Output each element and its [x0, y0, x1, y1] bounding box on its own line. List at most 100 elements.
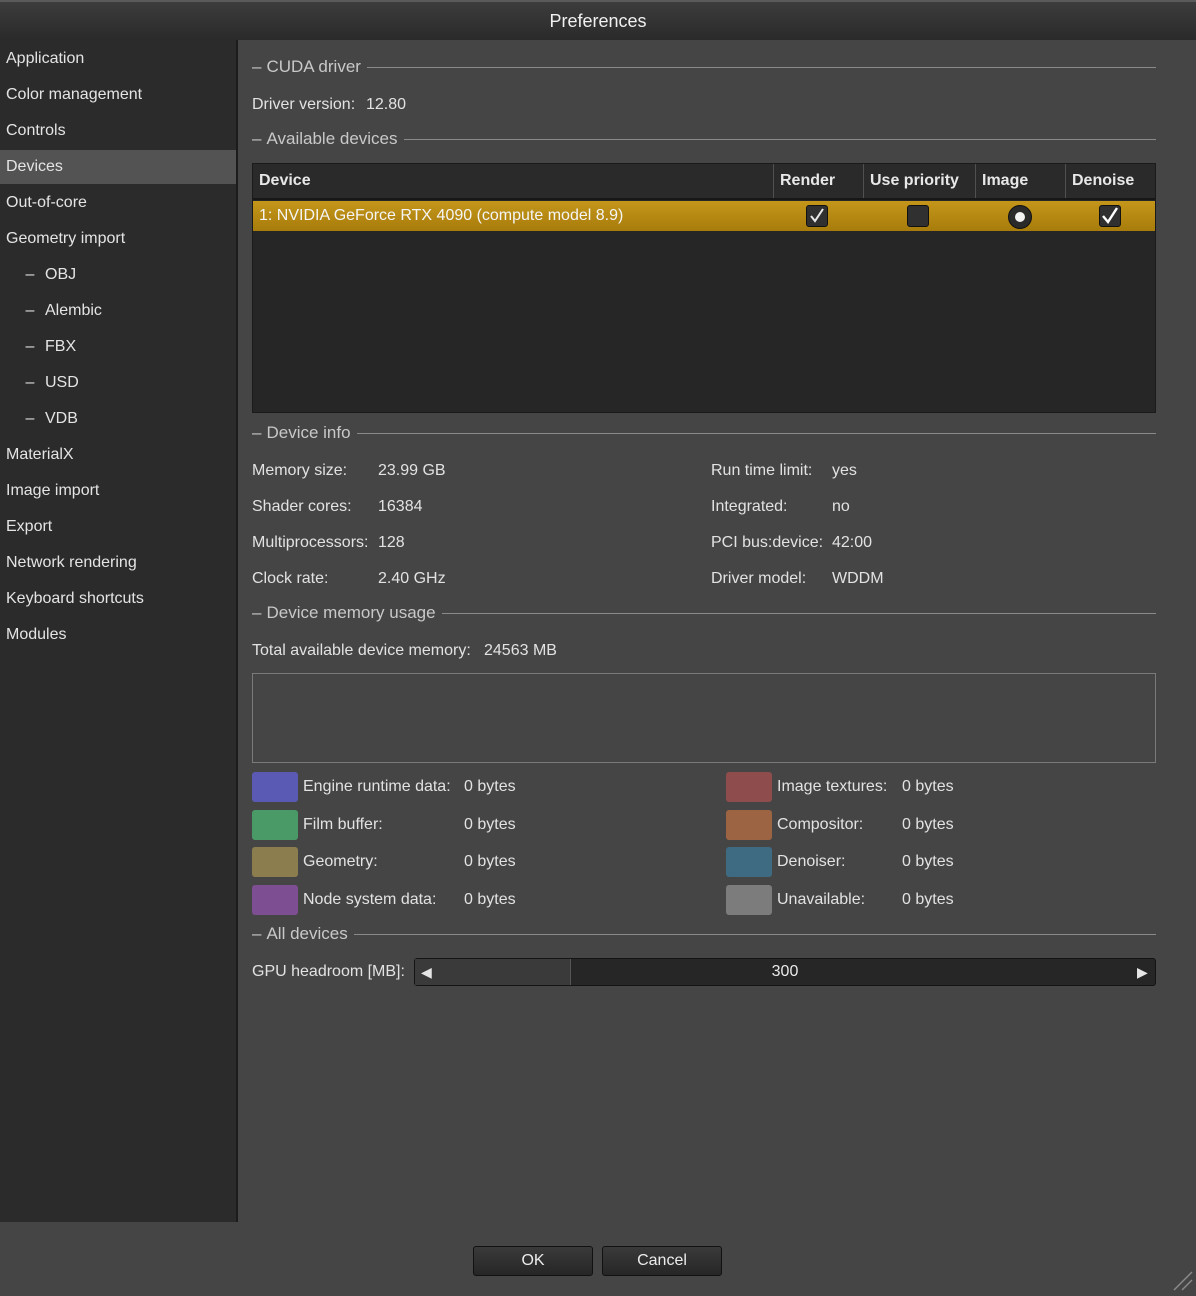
all-devices-header: – All devices: [252, 923, 1156, 945]
tree-dash-icon: –: [25, 266, 35, 283]
driver-model-value: WDDM: [832, 570, 884, 587]
run-time-limit-label: Run time limit:: [711, 462, 813, 479]
sidebar-item-label: Controls: [6, 122, 66, 139]
sidebar-item-network-rendering[interactable]: Network rendering: [0, 546, 236, 580]
sidebar-item-label: Modules: [6, 626, 67, 643]
available-devices-header: – Available devices: [252, 128, 1156, 150]
memory-usage-bar: [252, 673, 1156, 763]
color-swatch: [726, 885, 772, 915]
clock-rate-label: Clock rate:: [252, 570, 329, 587]
sidebar-item-usd[interactable]: – USD: [0, 366, 236, 400]
device-name: 1: NVIDIA GeForce RTX 4090 (compute mode…: [259, 207, 624, 224]
memory-size-label: Memory size:: [252, 462, 348, 479]
gpu-headroom-slider[interactable]: 300 ◀ ▶: [414, 958, 1156, 986]
render-checkbox[interactable]: [806, 205, 828, 227]
integrated-value: no: [832, 498, 850, 515]
window-title: Preferences: [0, 0, 1196, 40]
tree-dash-icon: –: [25, 374, 35, 391]
color-swatch: [726, 772, 772, 802]
sidebar-item-label: Alembic: [45, 302, 102, 319]
sidebar-item-controls[interactable]: Controls: [0, 114, 236, 148]
column-image[interactable]: Image: [976, 164, 1066, 198]
legend-value: 0 bytes: [464, 853, 516, 870]
column-render[interactable]: Render: [774, 164, 864, 198]
total-memory-label: Total available device memory:: [252, 642, 471, 659]
available-devices-title: Available devices: [266, 129, 398, 148]
sidebar-item-fbx[interactable]: – FBX: [0, 330, 236, 364]
denoise-checkbox[interactable]: [1099, 205, 1121, 227]
device-memory-header: – Device memory usage: [252, 602, 1156, 624]
run-time-limit-value: yes: [832, 462, 857, 479]
image-radio[interactable]: [1008, 205, 1032, 229]
sidebar-item-application[interactable]: Application: [0, 42, 236, 76]
sidebar-item-label: Application: [6, 50, 85, 67]
sidebar-item-label: Geometry import: [6, 230, 126, 247]
color-swatch: [252, 772, 298, 802]
device-info-header: – Device info: [252, 422, 1156, 444]
clock-rate-value: 2.40 GHz: [378, 570, 446, 587]
sidebar-item-label: VDB: [45, 410, 78, 427]
legend-label: Geometry:: [303, 853, 378, 870]
devices-table: Device Render Use priority Image Denoise…: [252, 163, 1156, 413]
column-use-priority[interactable]: Use priority: [864, 164, 976, 198]
decrement-arrow-icon[interactable]: ◀: [421, 962, 432, 982]
color-swatch: [252, 810, 298, 840]
sidebar-item-modules[interactable]: Modules: [0, 618, 236, 652]
driver-model-label: Driver model:: [711, 570, 807, 587]
checkmark-icon: [810, 208, 824, 223]
all-devices-title: All devices: [266, 924, 348, 943]
increment-arrow-icon[interactable]: ▶: [1137, 962, 1148, 982]
sidebar-item-keyboard-shortcuts[interactable]: Keyboard shortcuts: [0, 582, 236, 616]
gpu-headroom-value: 300: [771, 963, 799, 980]
legend-value: 0 bytes: [902, 778, 954, 795]
sidebar-item-devices[interactable]: Devices: [0, 150, 236, 184]
resize-grip-icon[interactable]: [1170, 1268, 1194, 1292]
sidebar-item-label: Export: [6, 518, 53, 535]
driver-version-label: Driver version:: [252, 96, 356, 113]
sidebar-item-label: Network rendering: [6, 554, 137, 571]
column-denoise[interactable]: Denoise: [1066, 164, 1155, 198]
sidebar-item-export[interactable]: Export: [0, 510, 236, 544]
legend-value: 0 bytes: [464, 778, 516, 795]
sidebar-item-label: Out-of-core: [6, 194, 87, 211]
gpu-headroom-label: GPU headroom [MB]:: [252, 963, 405, 980]
sidebar-item-label: FBX: [45, 338, 77, 355]
legend-label: Image textures:: [777, 778, 888, 795]
multiprocessors-value: 128: [378, 534, 405, 551]
sidebar-item-label: OBJ: [45, 266, 77, 283]
sidebar-item-label: Color management: [6, 86, 143, 103]
use-priority-checkbox[interactable]: [907, 205, 929, 227]
sidebar-item-out-of-core[interactable]: Out-of-core: [0, 186, 236, 220]
cancel-button[interactable]: Cancel: [602, 1246, 722, 1276]
sidebar-item-color-management[interactable]: Color management: [0, 78, 236, 112]
legend-value: 0 bytes: [902, 891, 954, 908]
legend-value: 0 bytes: [902, 816, 954, 833]
driver-version-value: 12.80: [366, 96, 407, 113]
color-swatch: [726, 847, 772, 877]
sidebar-item-geometry-import[interactable]: Geometry import: [0, 222, 236, 256]
total-memory-value: 24563 MB: [484, 642, 557, 659]
device-memory-title: Device memory usage: [266, 603, 436, 622]
ok-button[interactable]: OK: [473, 1246, 593, 1276]
tree-dash-icon: –: [25, 410, 35, 427]
legend-label: Node system data:: [303, 891, 437, 908]
pci-bus-label: PCI bus:device:: [711, 534, 824, 551]
checkmark-icon: [1102, 207, 1119, 225]
sidebar-item-materialx[interactable]: MaterialX: [0, 438, 236, 472]
legend-label: Engine runtime data:: [303, 778, 451, 795]
legend-value: 0 bytes: [464, 816, 516, 833]
cuda-driver-header: – CUDA driver: [252, 56, 1156, 78]
legend-value: 0 bytes: [902, 853, 954, 870]
table-row[interactable]: 1: NVIDIA GeForce RTX 4090 (compute mode…: [253, 201, 1155, 231]
sidebar-item-obj[interactable]: – OBJ: [0, 258, 236, 292]
tree-dash-icon: –: [25, 338, 35, 355]
column-device[interactable]: Device: [253, 164, 774, 198]
device-info-title: Device info: [266, 423, 351, 442]
sidebar-item-vdb[interactable]: – VDB: [0, 402, 236, 436]
sidebar-item-label: Devices: [6, 158, 63, 175]
legend-label: Compositor:: [777, 816, 864, 833]
sidebar-item-image-import[interactable]: Image import: [0, 474, 236, 508]
color-swatch: [252, 885, 298, 915]
memory-size-value: 23.99 GB: [378, 462, 446, 479]
sidebar-item-alembic[interactable]: – Alembic: [0, 294, 236, 328]
